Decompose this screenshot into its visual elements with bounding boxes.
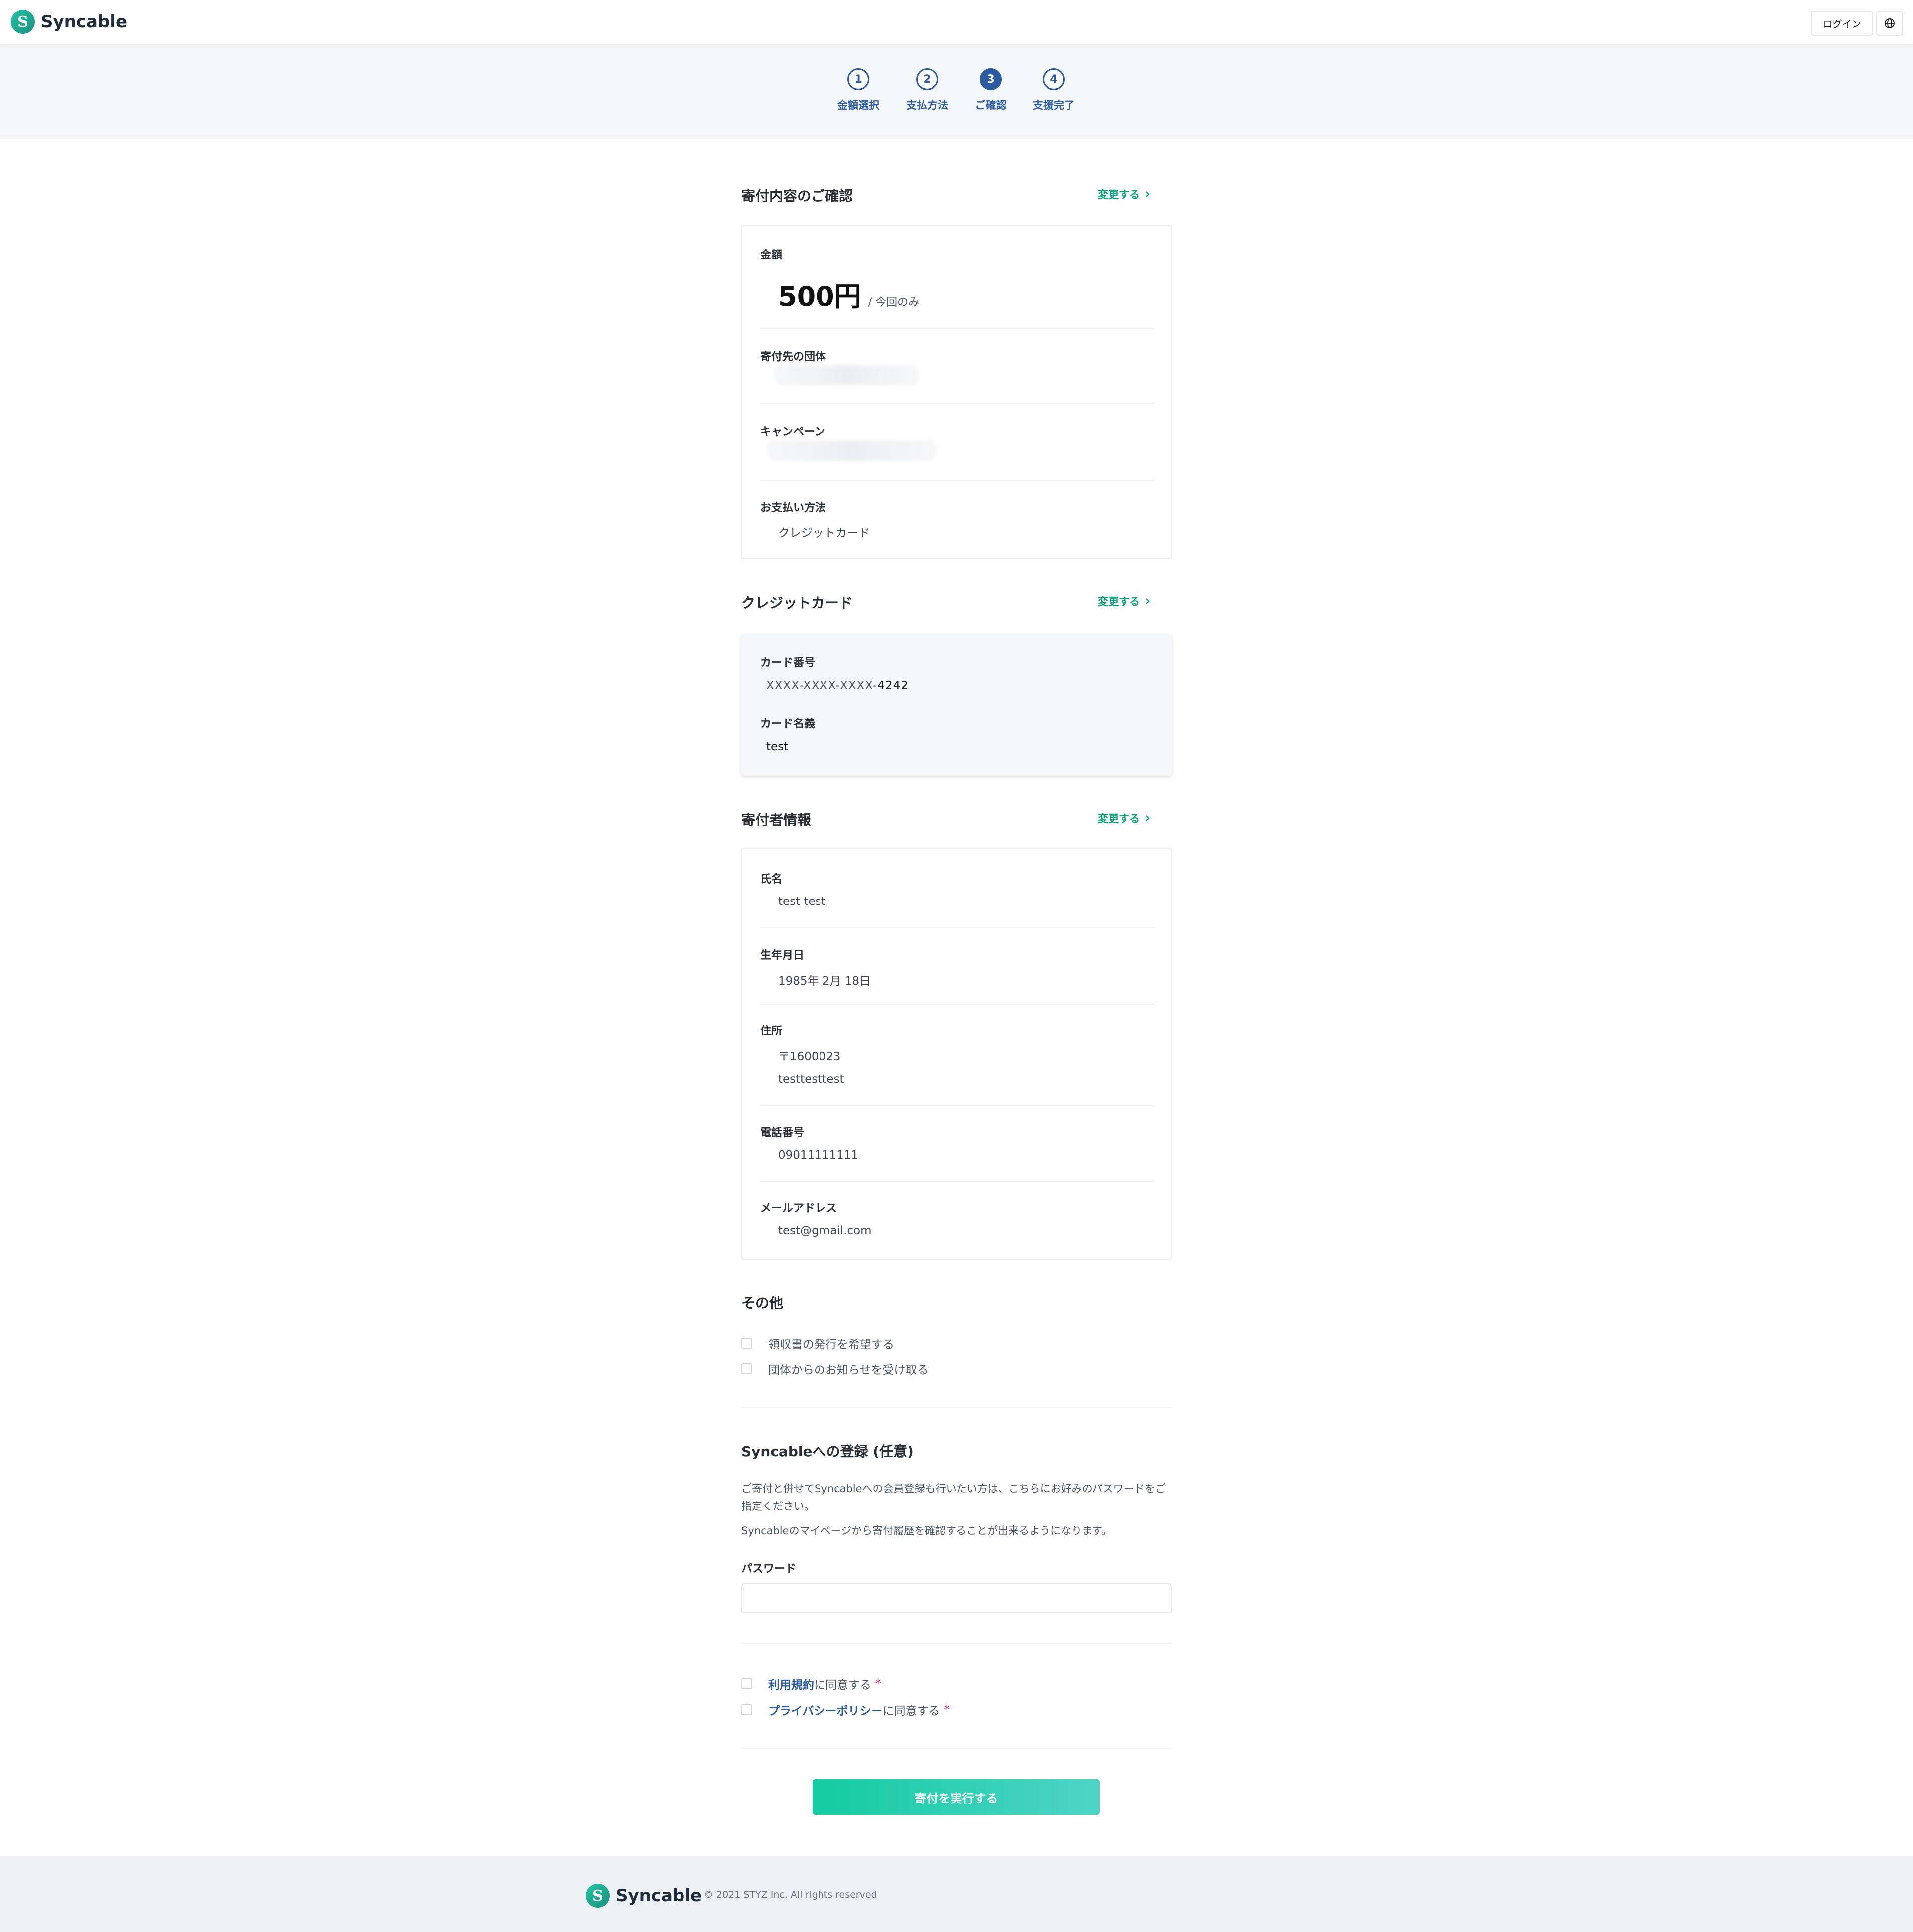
change-label: 変更する	[1098, 189, 1140, 201]
payment-method-label: お支払い方法	[760, 502, 826, 514]
terms-checkbox[interactable]	[741, 1678, 752, 1689]
card-holder-label: カード名義	[760, 718, 816, 730]
receipt-checkbox[interactable]	[741, 1338, 752, 1349]
donor-card: 氏名 test test 生年月日 1985年 2月 18日 住所 〒16000…	[741, 848, 1172, 1260]
privacy-suffix: に同意する	[882, 1705, 940, 1718]
other-section-title: その他	[741, 1295, 784, 1311]
syncable-logo-icon: S	[586, 1884, 610, 1908]
footer-brand-name: Syncable	[616, 1886, 702, 1906]
step-label: ご確認	[975, 99, 1007, 111]
brand-name: Syncable	[41, 12, 128, 32]
receipt-label: 領収書の発行を希望する	[768, 1338, 894, 1351]
address-label: 住所	[760, 1025, 783, 1037]
email-label: メールアドレス	[760, 1202, 837, 1215]
step-3: 3 ご確認	[956, 68, 1026, 112]
step-1: 1 金額選択	[823, 68, 893, 112]
language-button[interactable]	[1876, 11, 1903, 36]
amount-label: 金額	[760, 249, 783, 261]
amount-frequency: / 今回のみ	[868, 296, 920, 309]
terms-agreement[interactable]: 利用規約 に同意する *	[741, 1675, 881, 1692]
step-number: 4	[1043, 68, 1065, 90]
privacy-agreement[interactable]: プライバシーポリシー に同意する *	[741, 1701, 950, 1718]
step-2: 2 支払方法	[892, 68, 962, 112]
chevron-right-icon	[1146, 598, 1150, 604]
campaign-value-redacted	[767, 441, 937, 461]
register-description: ご寄付と併せてSyncableへの会員登録も行いたい方は、こちらにお好みのパスワ…	[741, 1483, 1166, 1512]
footer-logo[interactable]: S Syncable	[586, 1884, 702, 1908]
newsletter-label: 団体からのお知らせを受け取る	[768, 1364, 929, 1377]
phone-label: 電話番号	[760, 1127, 805, 1139]
card-holder-value: test	[766, 740, 789, 753]
copyright-text: © 2021 STYZ Inc. All rights reserved	[704, 1889, 877, 1900]
password-label: パスワード	[741, 1563, 797, 1575]
org-value-redacted	[774, 365, 919, 385]
credit-card-section-title: クレジットカード	[741, 595, 853, 611]
privacy-checkbox[interactable]	[741, 1704, 752, 1715]
syncable-logo-icon: S	[11, 10, 35, 34]
top-header: S Syncable ログイン	[0, 0, 1913, 44]
step-number: 2	[916, 68, 938, 90]
chevron-right-icon	[1146, 815, 1150, 821]
terms-link[interactable]: 利用規約	[768, 1675, 814, 1692]
divider	[741, 1643, 1172, 1644]
divider	[760, 1181, 1155, 1182]
card-number-value: XXXX-XXXX-XXXX-4242	[766, 679, 909, 692]
credit-card-panel: カード番号 XXXX-XXXX-XXXX-4242 カード名義 test	[741, 634, 1172, 776]
globe-icon	[1885, 18, 1895, 28]
change-label: 変更する	[1098, 596, 1140, 608]
password-input[interactable]	[741, 1583, 1172, 1613]
donation-card: 金額 500円 / 今回のみ 寄付先の団体 キャンペーン お支払い方法 クレジッ…	[741, 225, 1172, 559]
donation-section-title: 寄付内容のご確認	[741, 188, 853, 204]
payment-method-value: クレジットカード	[778, 527, 870, 540]
email-value: test@gmail.com	[778, 1224, 872, 1237]
donor-change-link[interactable]: 変更する	[1098, 811, 1151, 826]
divider	[741, 1407, 1172, 1408]
step-number: 1	[847, 68, 869, 90]
newsletter-option[interactable]: 団体からのお知らせを受け取る	[741, 1360, 929, 1377]
divider	[760, 403, 1155, 404]
step-4: 4 支援完了	[1019, 68, 1089, 112]
login-button[interactable]: ログイン	[1811, 11, 1873, 36]
birthdate-label: 生年月日	[760, 949, 805, 962]
divider	[741, 1748, 1172, 1749]
phone-value: 09011111111	[778, 1149, 858, 1161]
chevron-right-icon	[1146, 191, 1150, 197]
donation-change-link[interactable]: 変更する	[1098, 187, 1151, 202]
card-last4: 4242	[877, 679, 909, 692]
card-number-mask: XXXX-XXXX-XXXX-	[766, 679, 878, 692]
divider	[760, 927, 1155, 928]
name-label: 氏名	[760, 873, 783, 886]
receipt-option[interactable]: 領収書の発行を希望する	[741, 1335, 894, 1352]
privacy-link[interactable]: プライバシーポリシー	[768, 1701, 883, 1718]
register-section-title: Syncableへの登録 (任意)	[741, 1443, 914, 1460]
step-number: 3	[980, 68, 1002, 90]
birthdate-value: 1985年 2月 18日	[778, 975, 871, 988]
step-label: 支援完了	[1033, 99, 1075, 111]
address-value: testtesttest	[778, 1073, 844, 1086]
terms-suffix: に同意する	[814, 1679, 871, 1692]
org-label: 寄付先の団体	[760, 351, 826, 363]
newsletter-checkbox[interactable]	[741, 1363, 752, 1374]
card-number-label: カード番号	[760, 657, 816, 669]
credit-card-change-link[interactable]: 変更する	[1098, 594, 1151, 609]
donor-section-title: 寄付者情報	[741, 812, 812, 828]
campaign-label: キャンペーン	[760, 426, 825, 438]
amount-row: 500円 / 今回のみ	[778, 274, 919, 314]
brand-logo[interactable]: S Syncable	[11, 10, 127, 34]
divider	[760, 1004, 1155, 1005]
required-mark: *	[875, 1677, 881, 1690]
divider	[760, 1105, 1155, 1106]
footer	[0, 1856, 1913, 1932]
step-label: 金額選択	[837, 99, 879, 111]
name-value: test test	[778, 895, 826, 908]
divider	[760, 480, 1155, 481]
change-label: 変更する	[1098, 813, 1140, 825]
register-note: Syncableのマイページから寄付履歴を確認することが出来るようになります。	[741, 1525, 1112, 1537]
postal-code-value: 〒1600023	[778, 1050, 841, 1063]
amount-value: 500円	[778, 281, 861, 312]
required-mark: *	[944, 1703, 950, 1716]
step-label: 支払方法	[906, 99, 948, 111]
divider	[760, 328, 1155, 329]
submit-donation-button[interactable]: 寄付を実行する	[813, 1779, 1100, 1815]
